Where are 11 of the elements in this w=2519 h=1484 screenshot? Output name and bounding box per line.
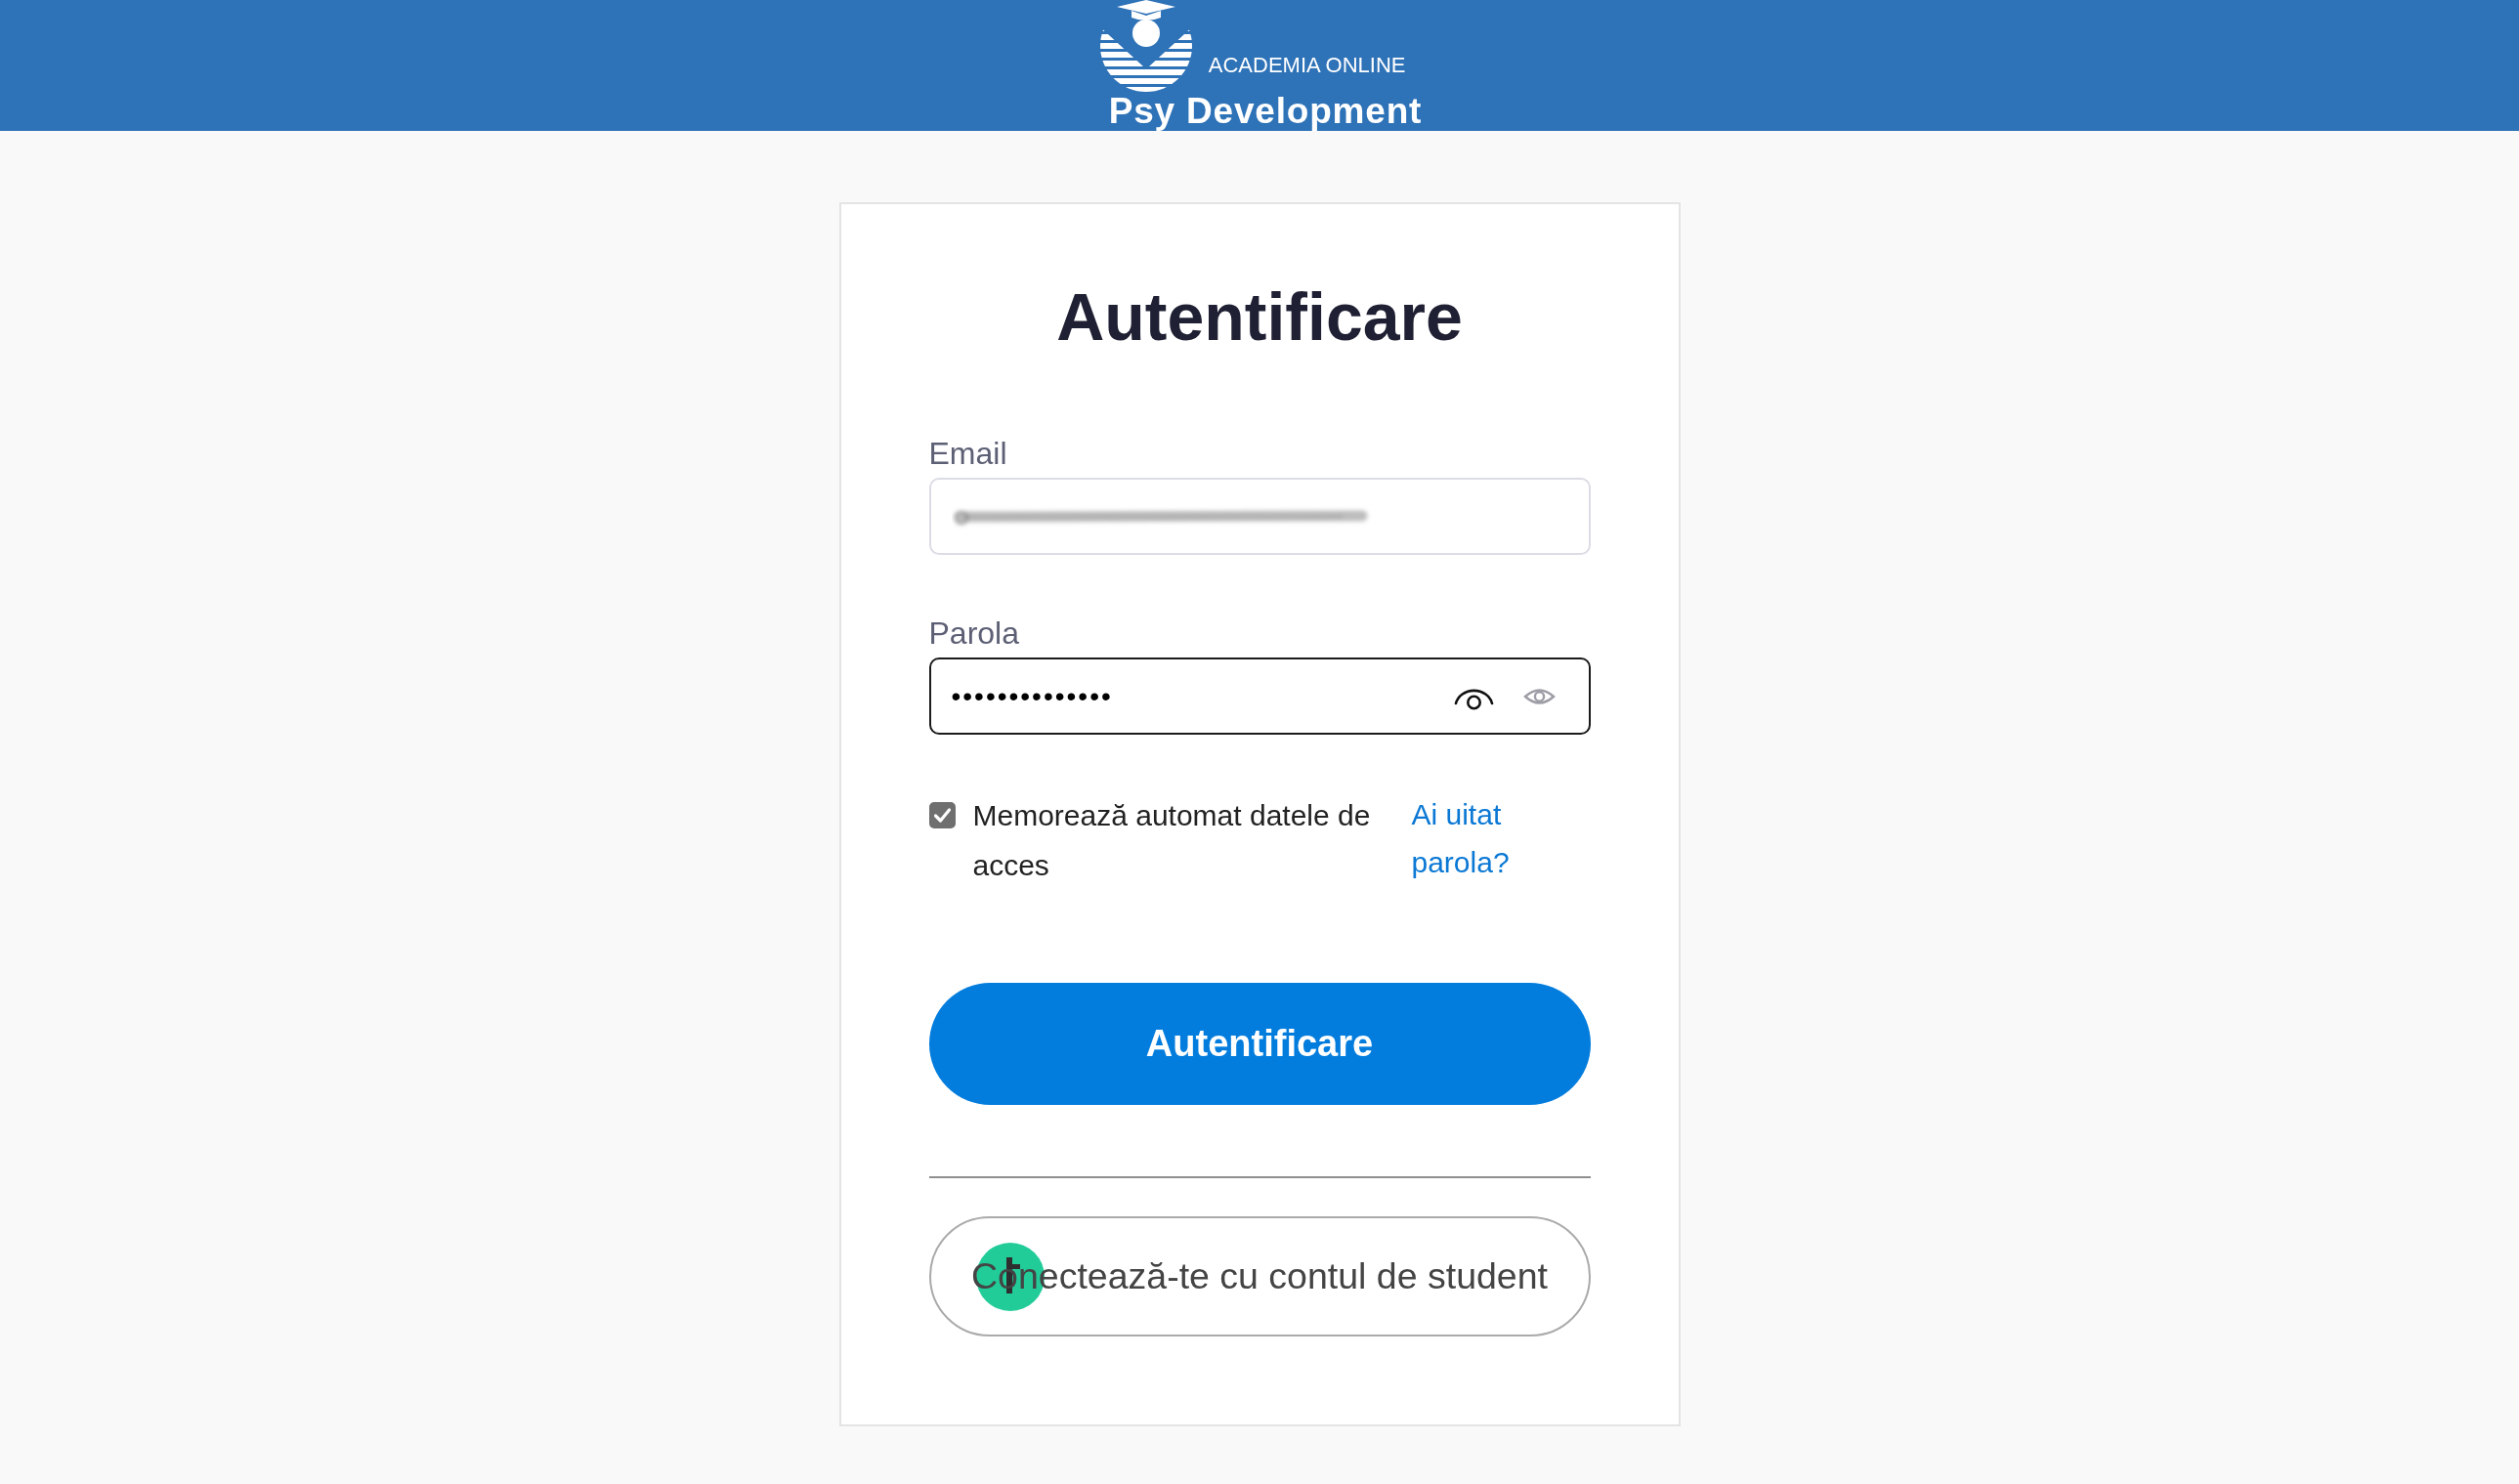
email-field[interactable] [928,478,1591,555]
logo-tagline: ACADEMIA ONLINE [1208,55,1406,76]
login-button[interactable]: Autentificare [928,983,1591,1105]
remember-label: Memorează automat datele de acces [972,798,1372,883]
logo-title: Psy Development [1108,92,1423,131]
password-field[interactable]: •••••••••••••• [928,657,1591,735]
remember-checkbox[interactable] [928,802,956,828]
field-label: Parola [928,615,1019,653]
page-title: Autentificare [1055,278,1464,356]
field-label: Email [928,435,1007,473]
forgot-password-link[interactable]: Ai uitat parola? [1411,790,1591,886]
